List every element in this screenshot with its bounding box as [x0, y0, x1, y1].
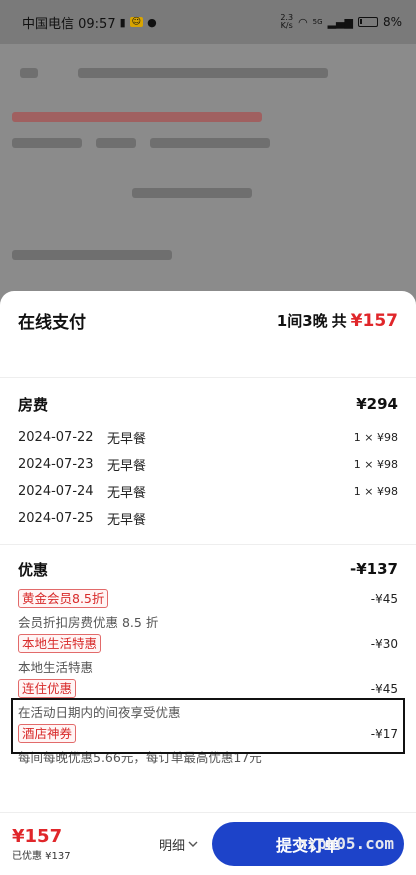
discount-tag: 黄金会员8.5折 [18, 589, 109, 608]
checkout-footer: ¥157 已优惠 ¥137 明细 提交订单 nxpn05.com [0, 812, 416, 875]
total-price: ¥157 [350, 310, 398, 331]
background-page-overlay[interactable] [0, 44, 416, 304]
night-qty: 1 × ¥98 [353, 458, 398, 471]
rooms-nights: 1间3晚 [276, 311, 328, 330]
sim-icon: ▮ [119, 15, 126, 29]
discount-section: 优惠 -¥137 黄金会员8.5折 -¥45 会员折扣房费优惠 8.5 折 本地… [0, 545, 416, 765]
night-row: 2024-07-25 无早餐 [18, 505, 398, 532]
night-row: 2024-07-24 无早餐 1 × ¥98 [18, 478, 398, 505]
discount-tag: 酒店神券 [18, 724, 77, 743]
discount-header: 优惠 -¥137 [18, 553, 398, 585]
submit-order-button[interactable]: 提交订单 nxpn05.com [212, 822, 404, 866]
chevron-down-icon [188, 841, 198, 847]
discount-item: 酒店神券 -¥17 每间每晚优惠5.66元，每订单最高优惠17元 [18, 720, 398, 765]
background-title-placeholder [20, 66, 400, 80]
discount-item: 连住优惠 -¥45 在活动日期内的间夜享受优惠 [18, 675, 398, 720]
night-qty: 1 × ¥98 [353, 485, 398, 498]
discount-item: 黄金会员8.5折 -¥45 会员折扣房费优惠 8.5 折 [18, 585, 398, 630]
night-meal: 无早餐 [107, 513, 147, 528]
order-summary: 1间3晚 共 ¥157 [277, 310, 398, 331]
discount-value: -¥45 [370, 591, 398, 606]
discount-description: 会员折扣房费优惠 8.5 折 [18, 615, 159, 630]
room-fee-header: 房费 ¥294 [18, 384, 398, 424]
room-fee-title: 房费 [18, 395, 49, 414]
discount-description: 在活动日期内的间夜享受优惠 [18, 705, 181, 720]
carrier-time: 中国电信 09:57 [22, 16, 116, 32]
app-notification-icon: ☺ [129, 17, 144, 27]
wifi-icon: ◠ [298, 15, 308, 29]
night-date: 2024-07-22 [18, 430, 94, 445]
footer-saved: 已优惠 ¥137 [12, 850, 71, 862]
detail-label: 明细 [158, 838, 185, 854]
discount-tag: 本地生活特惠 [18, 634, 102, 653]
sheet-header: 在线支付 1间3晚 共 ¥157 [0, 291, 416, 349]
night-date: 2024-07-23 [18, 457, 94, 472]
room-fee-amount: ¥294 [356, 395, 398, 413]
signal-type: 5G [312, 18, 323, 26]
night-meal: 无早餐 [107, 432, 147, 447]
night-meal: 无早餐 [107, 486, 147, 501]
signal-icon: ▂▄▆ [327, 15, 353, 29]
battery-level: 8% [382, 15, 402, 29]
night-date: 2024-07-24 [18, 484, 94, 499]
discount-item: 本地生活特惠 -¥30 本地生活特惠 [18, 630, 398, 675]
night-qty: 1 × ¥98 [353, 431, 398, 444]
chat-bubble-icon: ● [147, 15, 157, 29]
payment-sheet: 在线支付 1间3晚 共 ¥157 房费 ¥294 2024-07-22 无早餐 … [0, 291, 416, 875]
night-meal: 无早餐 [107, 459, 147, 474]
discount-title: 优惠 [18, 560, 49, 579]
discount-value: -¥45 [370, 681, 398, 696]
discount-description: 本地生活特惠 [18, 660, 94, 675]
room-fee-section: 房费 ¥294 2024-07-22 无早餐 1 × ¥98 2024-07-2… [0, 378, 416, 532]
background-row-placeholder [12, 110, 402, 124]
discount-value: -¥30 [370, 636, 398, 651]
night-row: 2024-07-23 无早餐 1 × ¥98 [18, 451, 398, 478]
background-row-placeholder [12, 186, 402, 200]
detail-button[interactable]: 明细 [159, 835, 198, 854]
discount-tag: 连住优惠 [18, 679, 77, 698]
network-speed: 2.3 K/s [280, 13, 294, 30]
sheet-title: 在线支付 [18, 312, 86, 333]
discount-description: 每间每晚优惠5.66元，每订单最高优惠17元 [18, 750, 262, 765]
watermark-text: nxpn05.com [297, 834, 394, 853]
background-row-placeholder [12, 136, 402, 150]
footer-price: ¥157 已优惠 ¥137 [12, 825, 71, 862]
footer-total-price: ¥157 [12, 825, 63, 847]
discount-amount: -¥137 [350, 560, 398, 578]
night-date: 2024-07-25 [18, 511, 94, 526]
status-bar: 中国电信 09:57 ▮ ☺ ● 2.3 K/s ◠ 5G ▂▄▆ 8% [0, 0, 416, 44]
background-row-placeholder [12, 248, 402, 262]
night-row: 2024-07-22 无早餐 1 × ¥98 [18, 424, 398, 451]
discount-value: -¥17 [370, 726, 398, 741]
total-label: 共 [331, 311, 347, 330]
battery-icon [357, 17, 378, 27]
